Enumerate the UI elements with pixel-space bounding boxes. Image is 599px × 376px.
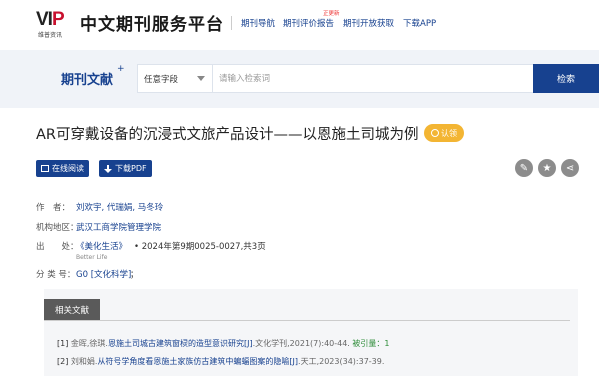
site-logo[interactable]: VIP 维普资讯	[36, 9, 74, 39]
claim-label: 认领	[441, 128, 457, 138]
ref-source: .文化学刊,2021(7):40-44.	[252, 339, 350, 348]
claim-button[interactable]: 认领	[424, 124, 464, 142]
ref-source: .天工,2023(34):37-39.	[298, 357, 385, 366]
ref-author: 刘和娟.	[70, 357, 98, 366]
org-value[interactable]: 武汉工商学院管理学院	[76, 221, 161, 233]
module-title[interactable]: 期刊文献	[61, 69, 113, 88]
share-icon[interactable]: ⋖	[561, 159, 579, 177]
class-label: 分 类 号：	[36, 270, 76, 280]
list-item: [1] 金晖,徐琪.恩施土司城古建筑窗棂的造型意识研究[J].文化学刊,2021…	[57, 338, 390, 349]
ref-number: [1]	[57, 339, 69, 348]
authors-label: 作 者：	[36, 203, 71, 213]
chevron-down-icon	[197, 76, 205, 81]
journal-link[interactable]: 《美化生活》	[76, 240, 127, 252]
user-icon	[431, 129, 439, 137]
book-icon	[41, 165, 49, 172]
field-select[interactable]: 任意字段	[137, 64, 212, 93]
issue-info: • 2024年第9期0025-0027,共3页	[134, 242, 266, 252]
ref-author: 金晖,徐琪.	[70, 339, 108, 348]
source-label: 出 处：	[36, 242, 79, 252]
article-title: AR可穿戴设备的沉浸式文旅产品设计——以恩施土司城为例	[36, 127, 419, 143]
field-select-label: 任意字段	[144, 75, 179, 85]
nav-divider	[231, 16, 232, 30]
ref-title-link[interactable]: 从符号学角度看恩施土家族仿古建筑中蝙蝠图案的隐喻[J]	[97, 357, 298, 366]
logo-subtitle: 维普资讯	[38, 32, 63, 39]
top-bar: VIP 维普资讯 中文期刊服务平台 期刊导航 期刊评价报告 正更新 期刊开放获取…	[0, 0, 599, 50]
list-item: [2] 刘和娟.从符号学角度看恩施土家族仿古建筑中蝙蝠图案的隐喻[J].天工,2…	[57, 356, 384, 367]
search-input[interactable]	[212, 64, 534, 93]
nav-journal-guide[interactable]: 期刊导航	[241, 17, 275, 29]
module-plus-icon: +	[117, 64, 125, 74]
read-online-label: 在线阅读	[52, 164, 84, 173]
search-button[interactable]: 检索	[533, 64, 599, 93]
nav-download-app[interactable]: 下载APP	[403, 17, 436, 29]
new-badge: 正更新	[323, 11, 340, 17]
ref-title-link[interactable]: 恩施土司城古建筑窗棂的造型意识研究[J]	[108, 339, 253, 348]
nav-open-access[interactable]: 期刊开放获取	[343, 17, 394, 29]
site-title[interactable]: 中文期刊服务平台	[80, 10, 224, 35]
star-icon[interactable]: ★	[538, 159, 556, 177]
class-tail: ；	[130, 270, 139, 280]
download-pdf-label: 下载PDF	[115, 164, 147, 173]
read-online-button[interactable]: 在线阅读	[36, 160, 89, 177]
related-divider	[44, 320, 570, 321]
download-icon	[104, 164, 112, 173]
ref-number: [2]	[57, 357, 69, 366]
ref-cited-count[interactable]: 被引量：1	[352, 339, 389, 348]
nav-journal-report[interactable]: 期刊评价报告	[283, 17, 334, 29]
tab-related-documents[interactable]: 相关文献	[44, 299, 100, 320]
org-label: 机构地区：	[36, 223, 79, 233]
cite-icon[interactable]: ✎	[515, 159, 533, 177]
journal-english-name: Better Life	[76, 254, 108, 261]
authors-value[interactable]: 刘欢宇, 代瑞娟, 马冬玲	[76, 201, 163, 213]
class-code[interactable]: G0 [文化科学]	[76, 268, 131, 280]
download-pdf-button[interactable]: 下载PDF	[99, 160, 152, 177]
logo-mark: VIP	[36, 9, 65, 30]
